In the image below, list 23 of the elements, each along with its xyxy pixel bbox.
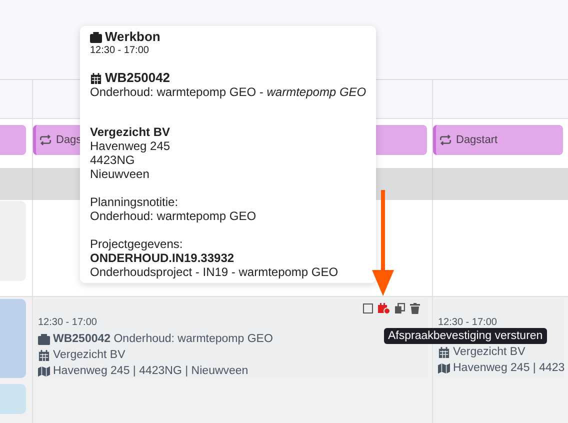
appointment-time: 12:30 - 17:00 xyxy=(438,317,498,328)
project-code: ONDERHOUD.IN19.33932 xyxy=(90,251,236,265)
planning-note: Onderhoud: warmtepomp GEO xyxy=(90,209,258,223)
appointment-title: WB250042 Onderhoud: warmtepomp GEO xyxy=(53,333,273,345)
address-line: 4423NG xyxy=(90,153,136,167)
project-name: Onderhoudsproject - IN19 - warmtepomp GEO xyxy=(90,265,340,279)
address: Havenweg 245 | 4423NG | Nieuwveen xyxy=(53,365,248,377)
customer-name: Vergezicht BV xyxy=(53,349,126,361)
work-order-description: Onderhoud: warmtepomp GEO - warmtepomp GEO xyxy=(90,85,364,99)
customer-name: Vergezicht BV xyxy=(90,125,172,139)
address: Havenweg 245 | 4423 xyxy=(453,362,565,374)
address-line: Nieuwveen xyxy=(90,167,150,181)
project-label: Projectgegevens: xyxy=(90,237,184,251)
appointment-time: 12:30 - 17:00 xyxy=(38,317,98,328)
note-label: Planningsnotitie: xyxy=(90,195,180,209)
dagstart-label: Dagstart xyxy=(456,134,498,146)
dagstart-label: Dags xyxy=(56,134,82,146)
customer-name: Vergezicht BV xyxy=(453,346,526,358)
popover-time: 12:30 - 17:00 xyxy=(90,44,150,57)
work-order-number: WB250042 xyxy=(105,71,170,85)
popover-title: Werkbon xyxy=(105,30,160,44)
tooltip: Afspraakbevestiging versturen xyxy=(384,328,547,344)
address-line: Havenweg 245 xyxy=(90,139,172,153)
